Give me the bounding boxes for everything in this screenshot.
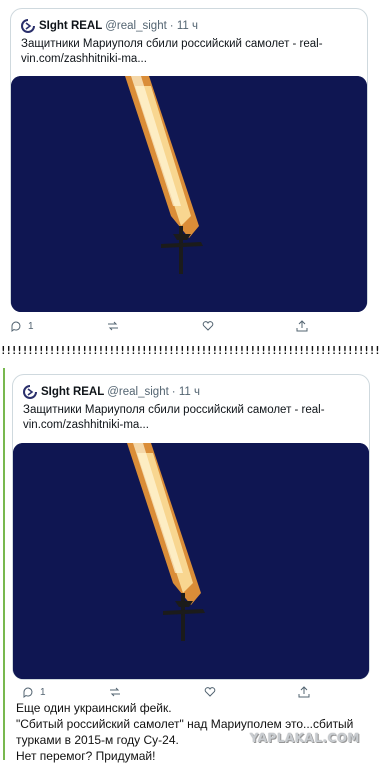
reply-icon	[23, 687, 33, 698]
reply-button[interactable]: 1	[22, 686, 46, 698]
share-button[interactable]	[298, 686, 310, 698]
comment-line: "Сбитый российский самолет" над Мариупол…	[16, 717, 354, 731]
tweet-photo[interactable]	[11, 76, 367, 312]
tweet-actions-top: 1	[10, 320, 310, 336]
reply-count: 1	[28, 320, 34, 332]
reply-icon	[11, 321, 21, 332]
tweet-photo[interactable]	[13, 443, 369, 679]
like-button[interactable]	[202, 320, 214, 332]
author-name[interactable]: SIght REAL	[39, 20, 102, 32]
share-icon	[296, 320, 308, 332]
like-button[interactable]	[204, 686, 216, 698]
tweet-time[interactable]: · 11 ч	[170, 20, 198, 32]
tweet-text: Защитники Мариуполя сбили российский сам…	[21, 37, 351, 67]
comment-line: Нет перемог? Придумай!	[16, 749, 156, 763]
tweet-header: SIght REAL @real_sight · 11 ч	[23, 385, 200, 399]
retweet-button[interactable]	[107, 320, 119, 332]
real-sight-logo-icon	[21, 19, 35, 33]
tweet-link[interactable]: vin.com/zashhitniki-ma...	[23, 418, 353, 433]
heart-icon	[204, 687, 216, 697]
burning-plane-image	[13, 443, 369, 679]
tweet-text-line: Защитники Мариуполя сбили российский сам…	[21, 38, 323, 50]
tweet-time[interactable]: · 11 ч	[172, 386, 200, 398]
author-handle[interactable]: @real_sight	[105, 20, 167, 32]
author-handle[interactable]: @real_sight	[107, 386, 169, 398]
retweet-icon	[110, 687, 120, 697]
tweet-link[interactable]: vin.com/zashhitniki-ma...	[21, 52, 351, 67]
tweet-header: SIght REAL @real_sight · 11 ч	[21, 19, 198, 33]
real-sight-logo-icon	[23, 385, 37, 399]
reply-count: 1	[40, 686, 46, 698]
share-icon	[298, 686, 310, 698]
author-name[interactable]: SIght REAL	[41, 386, 104, 398]
yaplakal-watermark: YAPLAKAL.COM	[249, 731, 360, 745]
burning-plane-image	[11, 76, 367, 312]
tweet-text: Защитники Мариуполя сбили российский сам…	[23, 403, 353, 433]
retweet-button[interactable]	[109, 686, 121, 698]
heart-icon	[202, 321, 214, 331]
tweet-card-bottom[interactable]: SIght REAL @real_sight · 11 ч Защитники …	[12, 374, 370, 680]
exclamation-separator: !!!!!!!!!!!!!!!!!!!!!!!!!!!!!!!!!!!!!!!!…	[0, 344, 382, 357]
tweet-text-line: Защитники Мариуполя сбили российский сам…	[23, 404, 325, 416]
quote-bar	[3, 368, 5, 760]
comment-line: Еще один украинский фейк.	[16, 701, 172, 715]
share-button[interactable]	[296, 320, 308, 332]
retweet-icon	[108, 321, 118, 331]
tweet-card-top[interactable]: SIght REAL @real_sight · 11 ч Защитники …	[10, 8, 368, 312]
reply-button[interactable]: 1	[10, 320, 34, 332]
